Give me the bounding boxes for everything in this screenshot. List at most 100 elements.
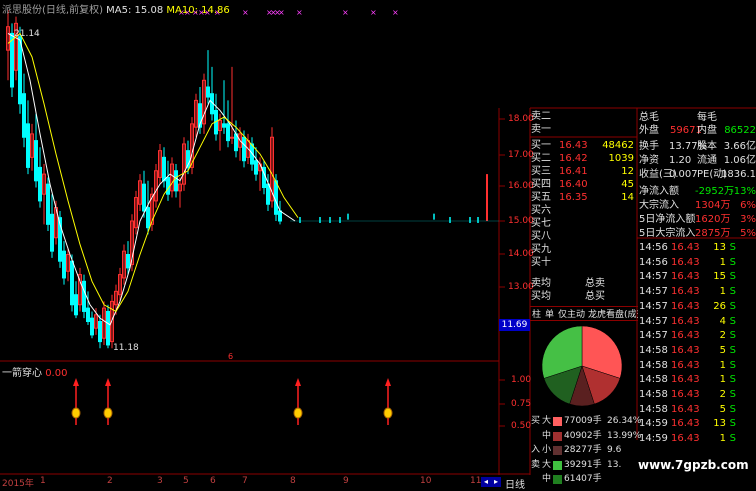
time-tick-label: 8: [290, 476, 296, 486]
signal-arrow-head: [295, 378, 301, 386]
tick-price: 16.43: [671, 403, 700, 415]
buy-level-volume: 1039: [608, 153, 634, 164]
capital-swatch: [553, 417, 562, 426]
candle-body: [142, 183, 146, 212]
buy-level-label: 买七: [531, 218, 551, 229]
flow-value: 1304万: [695, 200, 731, 211]
tick-volume: 1: [719, 256, 726, 268]
buy-level-label: 买一: [531, 140, 551, 151]
buy-level-row: 买三 16.41 12: [531, 165, 636, 178]
buy-level-volume: 14: [621, 192, 634, 203]
buy-level-row: 买四 16.40 45: [531, 178, 636, 191]
tab-dragon-tiger[interactable]: 龙虎看盘(成交量): [587, 310, 638, 320]
capital-volume: 40902手: [564, 430, 602, 441]
tick-volume: 5: [719, 344, 726, 356]
stat-label: 净资: [639, 155, 659, 166]
tick-volume: 1: [719, 374, 726, 386]
order-summary-row: 买均 总买: [531, 290, 636, 303]
capital-volume: 77009手: [564, 416, 602, 426]
buy-level-volume: 12: [621, 166, 634, 177]
stat-label: 换手: [639, 141, 659, 152]
tick-side: S: [729, 286, 736, 298]
tick-side: S: [729, 315, 736, 327]
tick-price: 16.43: [671, 330, 700, 342]
tick-volume: 5: [719, 403, 726, 415]
tick-price: 16.43: [671, 344, 700, 356]
tick-side: S: [729, 242, 736, 253]
tick-row: 14:58 16.43 2 S: [639, 388, 756, 401]
candle-body: [22, 93, 26, 138]
avg-label: 买均: [531, 291, 551, 302]
buy-level-volume: 48462: [602, 140, 634, 151]
tick-time: 14:56: [639, 256, 668, 268]
tab-bar[interactable]: 柱: [530, 310, 543, 320]
capital-side: 买: [531, 416, 541, 426]
candle-body: [82, 280, 86, 312]
buy-level-price: 16.43: [559, 140, 588, 151]
tick-side: S: [729, 374, 736, 386]
tick-side: S: [729, 418, 736, 430]
signal-coin-icon: [383, 407, 393, 419]
candle-body: [46, 183, 50, 225]
tab-active-only[interactable]: 仅主动: [556, 310, 587, 320]
tab-single[interactable]: 单: [543, 310, 556, 320]
tick-volume: 2: [719, 330, 726, 342]
scroll-right-button[interactable]: ▸: [491, 477, 501, 487]
tick-price: 16.43: [671, 359, 700, 371]
candle-body: [266, 183, 270, 205]
price-tick-label: 13.00: [508, 282, 534, 292]
tick-time: 14:57: [639, 286, 668, 298]
time-tick-label: 2015年: [2, 479, 34, 489]
candle-body: [174, 170, 178, 192]
indicator-tick-label: 1.00: [511, 375, 532, 385]
candle-body: [230, 136, 234, 139]
marker-six: 6: [228, 352, 233, 361]
tick-volume: 1: [719, 359, 726, 371]
buy-level-row: 买二 16.42 1039: [531, 152, 636, 165]
tick-volume: 1: [719, 286, 726, 298]
stat-row: 净资 1.20 流通 1.06亿: [639, 154, 756, 167]
candle-body: [242, 136, 246, 162]
outer-label: 外盘: [639, 125, 659, 136]
capital-swatch: [553, 460, 562, 470]
capital-volume: 61407手: [564, 474, 602, 484]
buy-level-label: 买十: [531, 257, 551, 268]
tick-time: 14:56: [639, 242, 668, 253]
tick-price: 16.43: [671, 433, 700, 445]
stat-value: 0.007: [669, 169, 698, 180]
capital-swatch: [553, 446, 562, 455]
total-label: 总买: [585, 291, 605, 302]
signal-coin-icon: [103, 407, 113, 419]
flow-percent: 3%: [740, 214, 756, 225]
capital-size: 中: [542, 474, 552, 484]
buy-level-row: 买一 16.43 48462: [531, 139, 636, 152]
flow-percent: 5%: [740, 228, 756, 239]
buy-level-label: 买五: [531, 192, 551, 203]
period-tab[interactable]: 日线: [505, 476, 525, 491]
sell-level-label: 卖二: [531, 111, 551, 122]
high-annotation: 21.14: [14, 29, 40, 39]
ma5-line: [7, 32, 296, 326]
capital-percent: 9.6: [607, 445, 622, 455]
stat-row: 外盘 59671 内盘 86522: [639, 124, 756, 137]
price-tick-label: 16.00: [508, 181, 534, 191]
signal-arrow-head: [73, 378, 79, 386]
buy-level-volume: 45: [621, 179, 634, 190]
ma10-label: MA10: 14.86: [166, 5, 230, 16]
capital-percent: 26.34%: [607, 416, 642, 426]
candle-body: [222, 123, 226, 128]
scroll-left-button[interactable]: ◂: [481, 477, 491, 487]
analysis-tabs: 柱单仅主动龙虎看盘(成交量): [530, 306, 638, 321]
avg-label: 卖均: [531, 278, 551, 289]
candle-body: [254, 160, 258, 175]
indicator-tick-label: 0.50: [511, 421, 532, 431]
candle-body: [98, 321, 102, 343]
flow-label: 5日大宗流入: [639, 228, 696, 239]
capital-row: 买大 77009手 26.34%: [531, 415, 641, 428]
stock-title: 派思股份(日线,前复权): [2, 5, 103, 16]
stat-value: 1836.1: [721, 169, 756, 180]
candle-body: [106, 310, 110, 346]
stat-row: 总毛 每毛: [639, 111, 756, 124]
signal-marker: ×: [242, 8, 249, 17]
tick-price: 16.43: [671, 418, 700, 430]
